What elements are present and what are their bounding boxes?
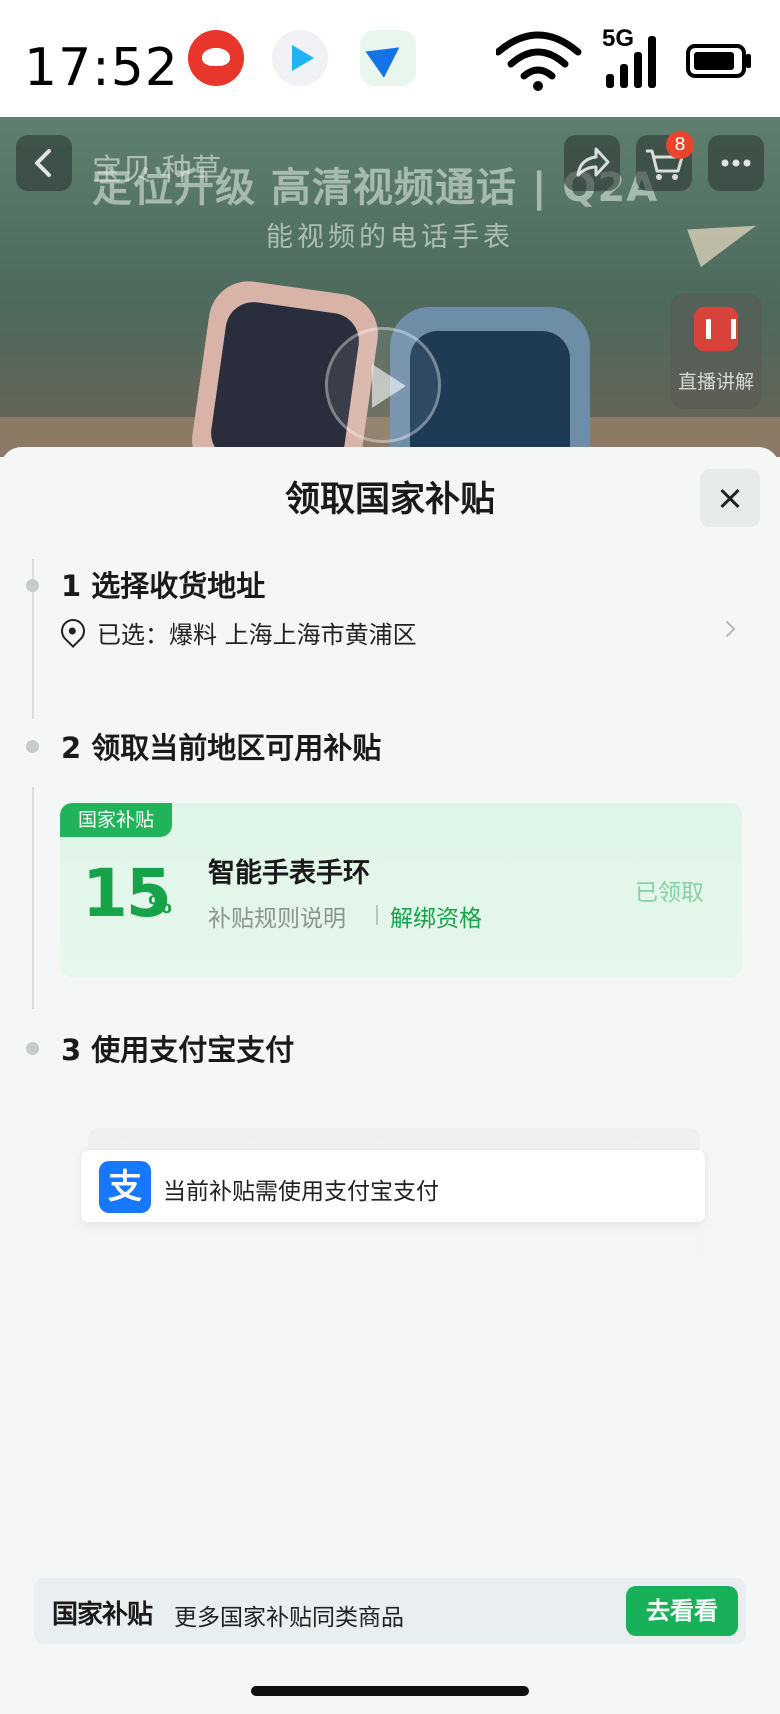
video-app-icon (272, 30, 328, 86)
address-selector[interactable]: 已选：爆料 上海上海市黄浦区 (56, 613, 741, 653)
cart-button[interactable]: 8 (636, 131, 694, 191)
video-play-icon[interactable] (325, 327, 441, 443)
chevron-right-icon (718, 620, 736, 638)
alipay-payment-card: 支 当前补贴需使用支付宝支付 (80, 1149, 706, 1223)
hero-subline: 能视频的电话手表 (266, 222, 514, 253)
more-button[interactable] (708, 135, 764, 191)
network-label: 5G (602, 25, 634, 52)
step-dot (26, 740, 39, 753)
status-bar: 17:52 5G (0, 0, 780, 117)
step-dot (26, 1042, 39, 1055)
battery-icon (686, 44, 751, 78)
plane-app-icon (360, 30, 416, 86)
location-pin-icon (56, 614, 90, 648)
close-button[interactable] (700, 469, 760, 527)
address-prefix: 已选： (97, 621, 169, 649)
system-status-icons: 5G (496, 25, 751, 91)
address-value: 爆料 上海上海市黄浦区 (169, 621, 417, 649)
subsidy-sheet: 领取国家补贴 1 选择收货地址 已选：爆料 上海上海市黄浦区 2 领取当前地区可… (0, 447, 780, 1714)
subsidy-category-name: 智能手表手环 (208, 858, 370, 889)
go-see-button[interactable]: 去看看 (626, 1586, 738, 1636)
subsidy-card: 国家补贴 15 % 智能手表手环 补贴规则说明 解绑资格 已领取 (60, 803, 742, 977)
product-hero: 定位升级 高清视频通话 | Q2A 宝贝 种草 能视频的电话手表 8 直播讲解 (0, 117, 780, 457)
live-label: 直播讲解 (677, 371, 754, 393)
step-dot (26, 579, 39, 592)
step-3-title: 3 使用支付宝支付 (61, 1033, 295, 1067)
home-indicator[interactable] (251, 1686, 529, 1696)
step-2-title: 2 领取当前地区可用补贴 (61, 731, 382, 765)
share-button[interactable] (564, 135, 620, 191)
share-icon (576, 147, 610, 177)
alipay-icon: 支 (99, 1161, 151, 1213)
step-1-title: 1 选择收货地址 (61, 569, 266, 603)
link-divider (376, 905, 378, 925)
address-text: 已选：爆料 上海上海市黄浦区 (97, 615, 417, 650)
wifi-icon (496, 31, 582, 80)
back-button[interactable] (16, 135, 72, 191)
more-subsidy-bar[interactable]: 国家补贴 更多国家补贴同类商品 去看看 (34, 1578, 746, 1644)
status-time: 17:52 (24, 38, 179, 98)
subsidy-rules-link[interactable]: 补贴规则说明 (208, 899, 346, 933)
unbind-eligibility-link[interactable]: 解绑资格 (390, 899, 482, 933)
hero-store-tabs[interactable]: 宝贝 种草 (92, 145, 222, 189)
live-icon (694, 307, 738, 351)
timeline-line (32, 787, 34, 1009)
cat-app-icon (188, 30, 244, 86)
subsidy-brand-label: 国家补贴 (52, 1600, 153, 1630)
more-dots-icon (721, 159, 751, 167)
chevron-left-icon (35, 149, 51, 177)
sheet-title: 领取国家补贴 (284, 480, 495, 520)
subsidy-tag: 国家补贴 (60, 803, 173, 837)
payment-notice: 当前补贴需使用支付宝支付 (163, 1179, 439, 1205)
cart-count-badge: 8 (666, 131, 694, 159)
more-subsidy-text: 更多国家补贴同类商品 (174, 1605, 404, 1631)
claimed-status: 已领取 (635, 880, 704, 906)
live-explain-button[interactable]: 直播讲解 (670, 293, 762, 409)
wifi-dot-icon (533, 81, 543, 91)
subsidy-percent-unit: % (148, 891, 173, 919)
